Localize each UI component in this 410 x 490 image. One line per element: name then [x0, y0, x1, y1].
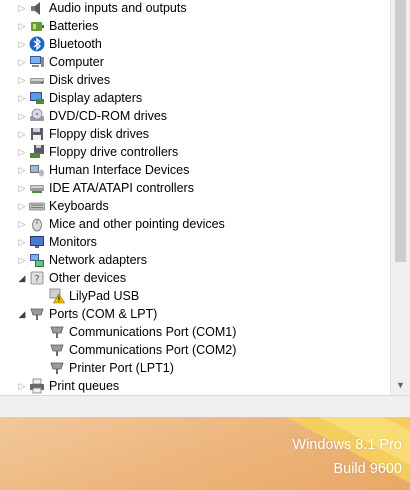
tree-item-label: Other devices [49, 271, 127, 285]
battery-icon [31, 22, 44, 31]
expand-arrow-icon[interactable]: ▷ [17, 17, 27, 35]
tree-item-label: Computer [49, 55, 104, 69]
display-adapter-icon [30, 92, 44, 104]
expand-arrow-icon[interactable]: ▷ [17, 0, 27, 17]
collapse-arrow-icon[interactable]: ◢ [17, 269, 27, 287]
expand-arrow-icon[interactable]: ▷ [17, 377, 27, 395]
port-icon [30, 308, 44, 320]
windows-build-watermark: Build 9600 [333, 461, 402, 477]
tree-item-label: Network adapters [49, 253, 147, 267]
tree-item-label: Audio inputs and outputs [49, 1, 187, 15]
printer-icon [30, 378, 44, 394]
expand-arrow-icon[interactable]: ▷ [17, 53, 27, 71]
tree-item-label: Printer Port (LPT1) [69, 361, 174, 375]
wallpaper-band [284, 417, 410, 490]
speaker-icon [31, 2, 40, 15]
status-bar [0, 395, 410, 417]
expand-arrow-icon[interactable]: ▷ [17, 107, 27, 125]
expand-arrow-icon[interactable]: ▷ [17, 71, 27, 89]
expand-arrow-icon[interactable]: ▷ [17, 179, 27, 197]
tree-item-label: Communications Port (COM1) [69, 325, 237, 339]
expand-arrow-icon[interactable]: ▷ [17, 143, 27, 161]
disk-drive-icon [30, 78, 44, 84]
monitor-icon [30, 236, 44, 248]
tree-item-label: Floppy disk drives [49, 127, 150, 141]
tree-item-label: Print queues [49, 379, 120, 393]
expand-arrow-icon[interactable]: ▷ [17, 197, 27, 215]
expand-arrow-icon[interactable]: ▷ [17, 89, 27, 107]
dvd-drive-icon [30, 108, 44, 121]
floppy-disk-icon [31, 128, 43, 140]
desktop-background: Windows 8.1 Pro Build 9600 [0, 417, 410, 490]
port-icon [50, 326, 64, 338]
expand-arrow-icon[interactable]: ▷ [17, 161, 27, 179]
tree-item-label: Disk drives [49, 73, 111, 87]
expand-arrow-icon[interactable]: ▷ [17, 251, 27, 269]
tree-item-label: Ports (COM & LPT) [49, 307, 158, 321]
tree-item-label: Bluetooth [49, 37, 102, 51]
svg-text:?: ? [34, 274, 39, 285]
tree-item-label: Human Interface Devices [49, 163, 190, 177]
floppy-controller-icon [30, 145, 44, 158]
tree-item-label: Keyboards [49, 199, 109, 213]
expand-arrow-icon[interactable]: ▷ [17, 125, 27, 143]
scroll-down-arrow-icon[interactable]: ▼ [396, 380, 405, 390]
hid-icon [30, 165, 44, 177]
tree-item-label: Communications Port (COM2) [69, 343, 237, 357]
network-adapter-icon [30, 254, 44, 267]
other-devices-icon: ? [30, 271, 44, 285]
port-icon [50, 362, 64, 374]
vertical-scrollbar[interactable]: ▼ [390, 0, 410, 395]
tree-item-label: LilyPad USB [69, 289, 140, 303]
tree-item-label: Monitors [49, 235, 97, 249]
expand-arrow-icon[interactable]: ▷ [17, 35, 27, 53]
mouse-icon [32, 218, 42, 232]
tree-item-label: IDE ATA/ATAPI controllers [49, 181, 194, 195]
scrollbar-thumb[interactable] [395, 0, 406, 262]
collapse-arrow-icon[interactable]: ◢ [17, 305, 27, 323]
keyboard-icon [29, 202, 45, 211]
device-tree[interactable]: ▷ Audio inputs and outputs ▷ Batteries ▷… [0, 0, 390, 395]
computer-icon [30, 56, 44, 67]
port-icon [50, 344, 64, 356]
tree-item-label: Batteries [49, 19, 99, 33]
tree-item-label: Floppy drive controllers [49, 145, 179, 159]
tree-item-label: Mice and other pointing devices [49, 217, 225, 231]
ide-controller-icon [30, 185, 44, 193]
windows-version-watermark: Windows 8.1 Pro [292, 437, 402, 453]
bluetooth-icon [29, 36, 45, 52]
expand-arrow-icon[interactable]: ▷ [17, 233, 27, 251]
expand-arrow-icon[interactable]: ▷ [17, 215, 27, 233]
warning-device-icon [49, 288, 65, 304]
tree-item-label: Display adapters [49, 91, 143, 105]
tree-item-label: DVD/CD-ROM drives [49, 109, 168, 123]
